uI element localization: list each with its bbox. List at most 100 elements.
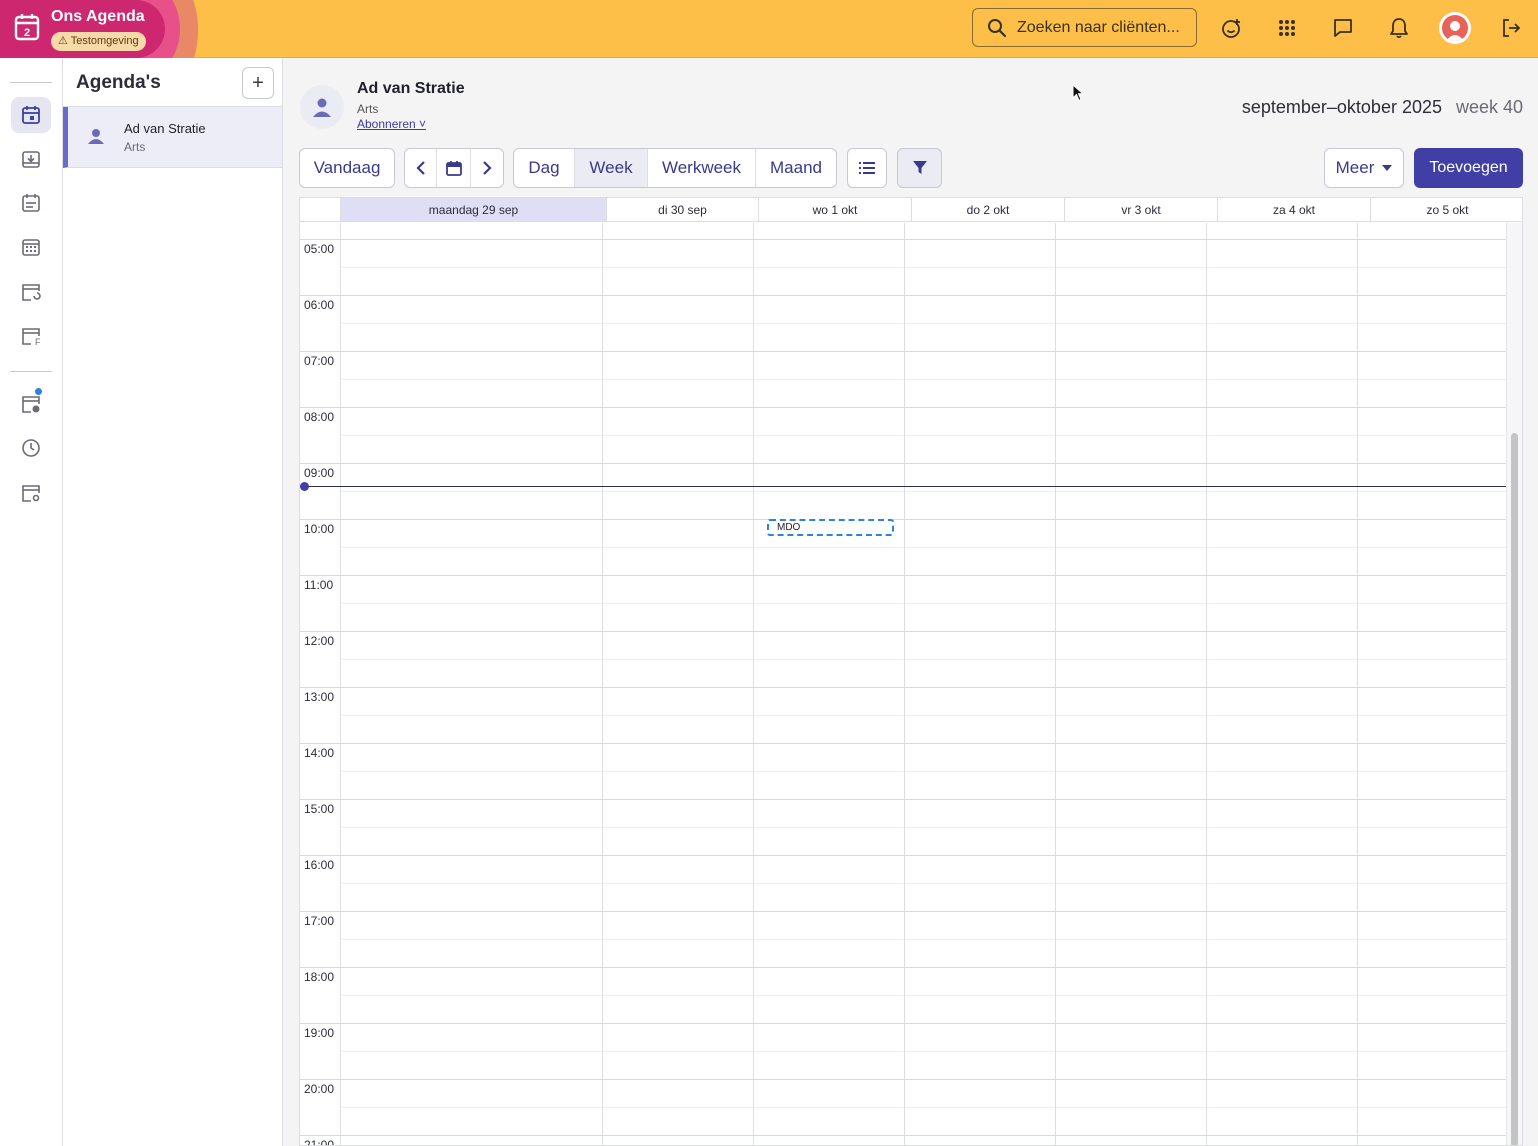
logout-icon[interactable] xyxy=(1497,14,1525,42)
list-icon xyxy=(859,162,875,174)
main-content: Ad van Stratie Arts Abonneren ˅ septembe… xyxy=(283,58,1538,1146)
half-hour-line xyxy=(340,883,1508,884)
half-hour-line xyxy=(340,939,1508,940)
top-bar: 2 Ons Agenda ⚠ Testomgeving xyxy=(0,0,1538,58)
calendar-settings-icon[interactable] xyxy=(11,475,51,511)
view-workweek-button[interactable]: Werkweek xyxy=(648,149,756,187)
more-dropdown[interactable]: Meer xyxy=(1324,148,1404,188)
hour-label: 11:00 xyxy=(304,578,334,592)
today-button[interactable]: Vandaag xyxy=(299,148,395,188)
agenda-panel: Agenda's + Ad van Stratie Arts xyxy=(63,58,283,1146)
calendar-scrollbar[interactable] xyxy=(1506,223,1522,1145)
caret-down-icon xyxy=(1382,165,1393,171)
date-range: september–oktober 2025 xyxy=(1241,97,1442,117)
hour-label: 19:00 xyxy=(304,1026,335,1040)
day-column-line xyxy=(753,223,754,1145)
calendar-logo-icon: 2 xyxy=(14,14,40,41)
half-hour-line xyxy=(340,547,1508,548)
half-hour-line xyxy=(340,715,1508,716)
next-button[interactable] xyxy=(471,149,503,187)
day-header-1[interactable]: di 30 sep xyxy=(606,198,758,221)
agenda-owner-name: Ad van Stratie xyxy=(357,80,465,97)
svg-text:F: F xyxy=(35,337,41,346)
hour-label: 20:00 xyxy=(304,1082,335,1096)
day-header-3[interactable]: do 2 okt xyxy=(911,198,1064,221)
list-view-button[interactable] xyxy=(847,148,887,188)
calendar-grid-icon[interactable] xyxy=(11,229,51,265)
brand[interactable]: 2 Ons Agenda ⚠ Testomgeving xyxy=(0,0,200,58)
day-column-line xyxy=(602,223,603,1145)
calendar-clock-icon[interactable] xyxy=(11,386,51,422)
apps-grid-icon[interactable] xyxy=(1273,14,1301,42)
agenda-item-role: Arts xyxy=(124,140,146,154)
week-calendar: maandag 29 sep di 30 sep wo 1 okt do 2 okt v… xyxy=(299,197,1523,1146)
calendar-icon xyxy=(445,161,462,176)
time-grid[interactable]: 05:00 06:00 07:00 08:00 09:00 10:00 11:00 12:00… xyxy=(300,223,1508,1146)
day-header-5[interactable]: za 4 okt xyxy=(1217,198,1370,221)
prev-button[interactable] xyxy=(405,149,437,187)
nav-rail: F xyxy=(0,58,63,1146)
user-avatar[interactable] xyxy=(1439,12,1471,44)
search-icon xyxy=(988,18,1007,37)
day-column-line xyxy=(1206,223,1207,1145)
day-header-row: maandag 29 sep di 30 sep wo 1 okt do 2 okt v… xyxy=(300,198,1522,222)
calendar-list-icon[interactable] xyxy=(11,185,51,221)
half-hour-line xyxy=(340,659,1508,660)
panel-title: Agenda's xyxy=(76,72,161,93)
hour-label: 08:00 xyxy=(304,410,335,424)
svg-text:2: 2 xyxy=(24,27,30,39)
hour-label: 21:00 xyxy=(304,1138,335,1146)
day-header-6[interactable]: zo 5 okt xyxy=(1370,198,1522,221)
calendar-form-icon[interactable]: F xyxy=(11,318,51,354)
hour-label: 18:00 xyxy=(304,970,335,984)
person-avatar xyxy=(300,85,344,129)
current-time-dot xyxy=(300,482,309,492)
half-hour-line xyxy=(340,379,1508,380)
day-column-line xyxy=(340,223,341,1145)
date-picker-button[interactable] xyxy=(437,149,471,187)
view-day-button[interactable]: Dag xyxy=(514,149,575,187)
half-hour-line xyxy=(340,827,1508,828)
calendar-nav-icon[interactable] xyxy=(11,97,51,133)
add-agenda-button[interactable]: + xyxy=(242,67,274,99)
half-hour-line xyxy=(340,995,1508,996)
search-input[interactable] xyxy=(1017,18,1192,37)
half-hour-line xyxy=(340,1107,1508,1108)
add-button[interactable]: Toevoegen xyxy=(1414,148,1523,188)
hour-label: 09:00 xyxy=(304,466,335,480)
agenda-item[interactable]: Ad van Stratie Arts xyxy=(63,107,282,168)
half-hour-line xyxy=(340,323,1508,324)
hour-label: 10:00 xyxy=(304,522,335,536)
day-header-2[interactable]: wo 1 okt xyxy=(758,198,911,221)
agenda-owner-role: Arts xyxy=(357,102,379,116)
search-box[interactable] xyxy=(972,8,1197,47)
day-column-line xyxy=(1055,223,1056,1145)
agenda-item-name: Ad van Stratie xyxy=(124,121,206,136)
day-header-4[interactable]: vr 3 okt xyxy=(1064,198,1217,221)
notification-dot xyxy=(35,388,42,395)
clock-icon[interactable] xyxy=(11,430,51,466)
hour-label: 05:00 xyxy=(304,242,335,256)
filter-button[interactable] xyxy=(897,148,942,188)
half-hour-line xyxy=(340,603,1508,604)
environment-badge: ⚠ Testomgeving xyxy=(51,32,146,51)
chat-icon[interactable] xyxy=(1329,14,1357,42)
hour-label: 17:00 xyxy=(304,914,335,928)
view-switcher: Dag Week Werkweek Maand xyxy=(513,148,837,188)
hour-label: 07:00 xyxy=(304,354,335,368)
day-header-0[interactable]: maandag 29 sep xyxy=(340,198,606,221)
scrollbar-thumb[interactable] xyxy=(1511,433,1518,1145)
view-month-button[interactable]: Maand xyxy=(756,149,836,187)
calendar-event[interactable]: MDO xyxy=(767,519,894,536)
day-column-line xyxy=(904,223,905,1145)
calendar-repeat-icon[interactable] xyxy=(11,274,51,310)
more-label: Meer xyxy=(1335,158,1375,177)
date-nav-group xyxy=(404,148,504,188)
half-hour-line xyxy=(340,1051,1508,1052)
mood-plus-icon[interactable] xyxy=(1217,14,1245,42)
inbox-download-icon[interactable] xyxy=(11,141,51,177)
bell-icon[interactable] xyxy=(1385,14,1413,42)
half-hour-line xyxy=(340,771,1508,772)
subscribe-link[interactable]: Abonneren ˅ xyxy=(357,117,426,131)
view-week-button[interactable]: Week xyxy=(575,149,648,187)
